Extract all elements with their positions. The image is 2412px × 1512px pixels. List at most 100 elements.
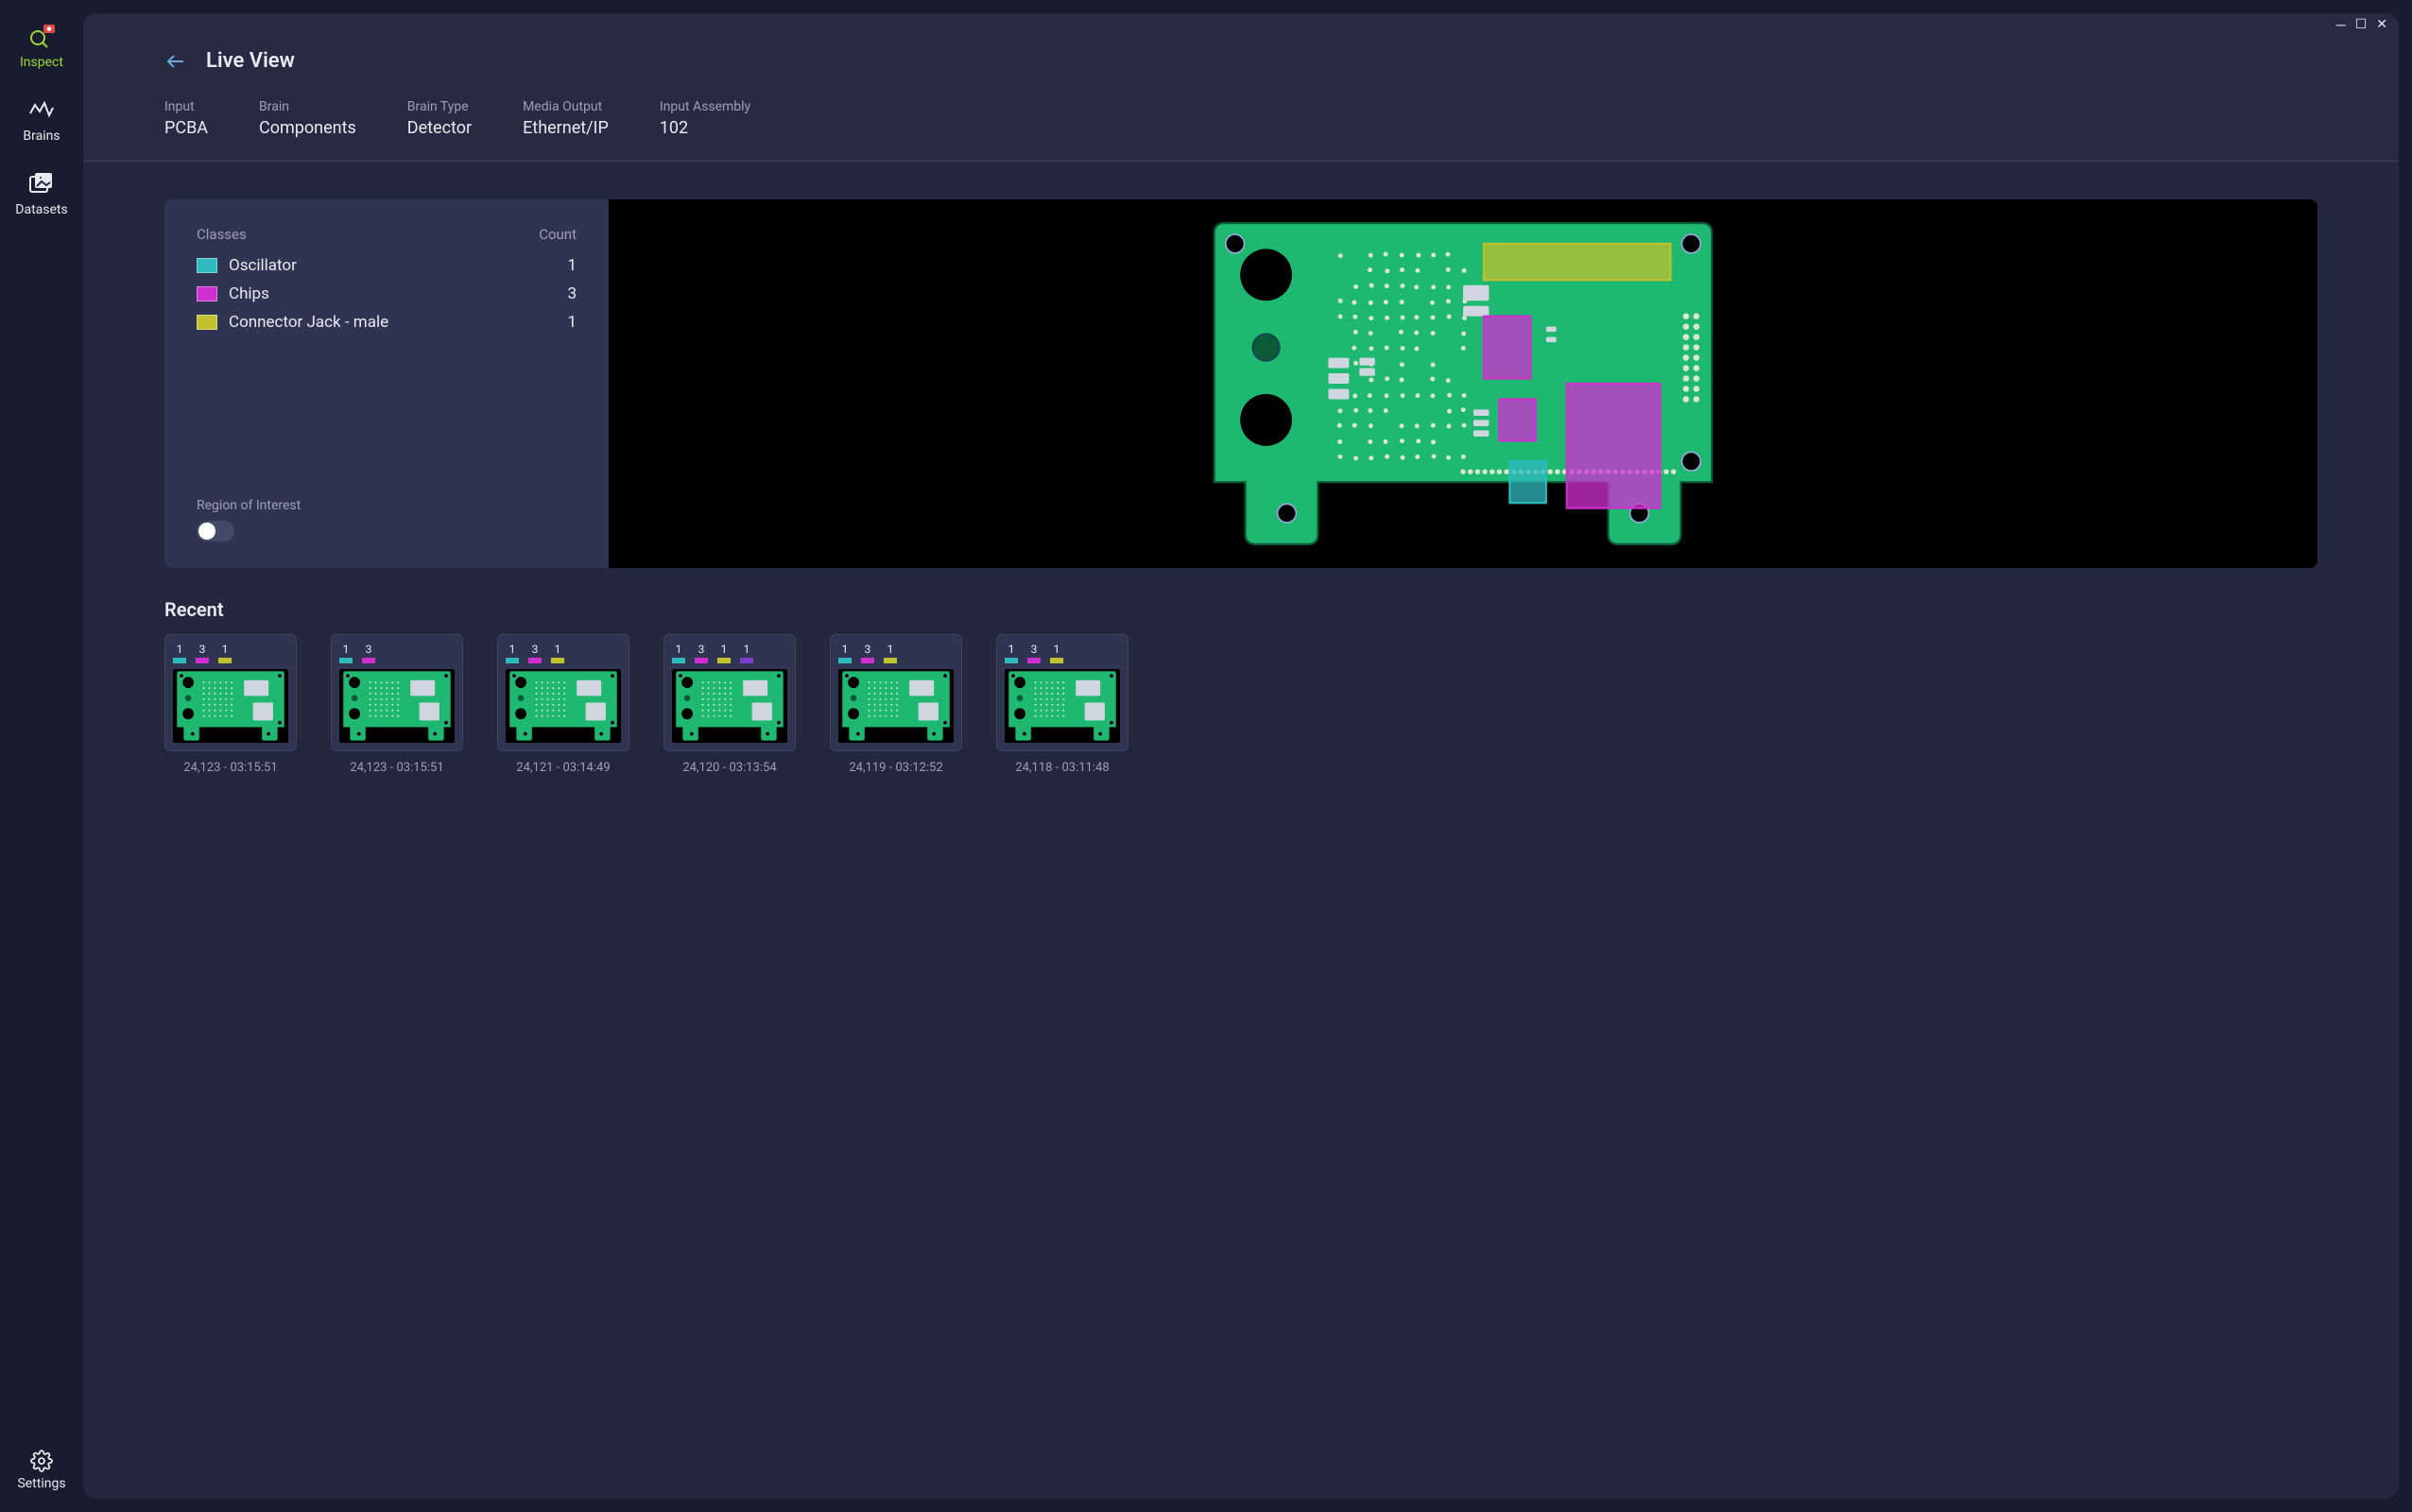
recent-caption: 24,120 - 03:13:54 (663, 761, 796, 775)
recent-thumbnail (173, 669, 288, 743)
badge-count: 1 (744, 643, 750, 656)
recent-caption: 24,118 - 03:11:48 (996, 761, 1128, 775)
recent-frame: 1 3 1 (164, 634, 297, 751)
badge-swatch (218, 658, 232, 663)
recent-card[interactable]: 1 3 1 24,118 - 03:11:48 (996, 634, 1128, 775)
meta-block-brain: Brain Components (259, 99, 356, 138)
detection-badge: 3 (528, 643, 542, 663)
detection-badge: 1 (740, 643, 753, 663)
badge-row: 1 3 (339, 643, 455, 663)
recent-caption: 24,123 - 03:15:51 (331, 761, 463, 775)
roi-toggle[interactable] (197, 521, 234, 541)
window-minimize-icon[interactable]: ─ (2336, 17, 2346, 33)
legend-item: Chips 3 (197, 284, 577, 303)
badge-swatch (528, 658, 542, 663)
badge-count: 1 (1008, 643, 1015, 656)
badge-count: 3 (1031, 643, 1038, 656)
sidebar-item-label: Brains (23, 129, 60, 144)
meta-value: Ethernet/IP (523, 118, 609, 138)
badge-count: 1 (721, 643, 728, 656)
badge-swatch (1027, 658, 1041, 663)
main-panel: ─ ☐ ✕ Live View Input PCBABrain Componen… (83, 13, 2399, 1499)
recent-frame: 1 3 1 (996, 634, 1128, 751)
color-swatch (197, 258, 217, 273)
datasets-icon (26, 168, 57, 198)
header: Live View Input PCBABrain ComponentsBrai… (83, 13, 2399, 162)
sidebar: Inspect Brains Datasets Settings (0, 0, 83, 1512)
window-maximize-icon[interactable]: ☐ (2355, 17, 2368, 33)
legend-class-count: 3 (567, 284, 577, 303)
legend-class-name: Chips (229, 284, 567, 303)
meta-value: Detector (407, 118, 472, 138)
sidebar-item-brains[interactable]: Brains (15, 94, 67, 144)
badge-count: 3 (698, 643, 705, 656)
recent-title: Recent (164, 598, 2317, 621)
arrow-left-icon (164, 50, 187, 73)
detection-badge: 3 (362, 643, 375, 663)
body: Classes Count Oscillator 1 Chips 3 Conne… (83, 162, 2399, 1499)
recent-thumbnail (1005, 669, 1120, 743)
roi-label: Region of Interest (197, 498, 577, 513)
meta-label: Input Assembly (660, 99, 750, 114)
detection-badge: 1 (173, 643, 186, 663)
badge-row: 1 3 1 (1005, 643, 1120, 663)
recent-frame: 1 3 1 (497, 634, 629, 751)
meta-block-media-output: Media Output Ethernet/IP (523, 99, 609, 138)
recent-card[interactable]: 1 3 1 24,121 - 03:14:49 (497, 634, 629, 775)
meta-block-input-assembly: Input Assembly 102 (660, 99, 750, 138)
detection-badge: 1 (884, 643, 897, 663)
legend-panel: Classes Count Oscillator 1 Chips 3 Conne… (164, 199, 609, 568)
badge-count: 1 (222, 643, 229, 656)
meta-label: Media Output (523, 99, 609, 114)
detection-badge: 1 (717, 643, 731, 663)
badge-count: 3 (366, 643, 372, 656)
recent-card[interactable]: 1 3 24,123 - 03:15:51 (331, 634, 463, 775)
legend-class-name: Connector Jack - male (229, 313, 567, 332)
meta-value: 102 (660, 118, 750, 138)
meta-block-input: Input PCBA (164, 99, 208, 138)
badge-row: 1 3 1 (173, 643, 288, 663)
detection-badge: 3 (1027, 643, 1041, 663)
color-swatch (197, 315, 217, 330)
badge-swatch (551, 658, 564, 663)
badge-swatch (506, 658, 519, 663)
recent-thumbnail (838, 669, 954, 743)
badge-swatch (740, 658, 753, 663)
recent-card[interactable]: 1 3 1 24,119 - 03:12:52 (830, 634, 962, 775)
meta-block-brain-type: Brain Type Detector (407, 99, 472, 138)
sidebar-item-datasets[interactable]: Datasets (15, 168, 67, 217)
badge-count: 1 (555, 643, 561, 656)
badge-count: 3 (199, 643, 206, 656)
brains-icon (26, 94, 57, 125)
legend-item: Connector Jack - male 1 (197, 313, 577, 332)
detection-badge: 1 (339, 643, 353, 663)
meta-label: Input (164, 99, 208, 114)
sidebar-item-settings[interactable]: Settings (17, 1450, 65, 1491)
detection-badge: 1 (1005, 643, 1018, 663)
detection-badge: 3 (861, 643, 874, 663)
recent-card[interactable]: 1 3 1 1 24,120 - 03:13:54 (663, 634, 796, 775)
detection-badge: 1 (506, 643, 519, 663)
badge-row: 1 3 1 (838, 643, 954, 663)
gear-icon (30, 1450, 53, 1476)
recent-thumbnail (506, 669, 621, 743)
recent-frame: 1 3 (331, 634, 463, 751)
sidebar-item-label: Inspect (20, 55, 63, 70)
recent-card[interactable]: 1 3 1 24,123 - 03:15:51 (164, 634, 297, 775)
back-button[interactable] (164, 50, 187, 73)
badge-swatch (672, 658, 685, 663)
legend-class-name: Oscillator (229, 256, 567, 275)
sidebar-item-inspect[interactable]: Inspect (15, 21, 67, 70)
window-close-icon[interactable]: ✕ (2376, 17, 2387, 33)
meta-value: PCBA (164, 118, 208, 138)
badge-swatch (339, 658, 353, 663)
meta-label: Brain (259, 99, 356, 114)
live-viewer (609, 199, 2317, 568)
inspect-icon (26, 21, 57, 51)
badge-swatch (717, 658, 731, 663)
detection-badge: 3 (695, 643, 708, 663)
badge-count: 1 (676, 643, 682, 656)
badge-count: 3 (865, 643, 871, 656)
legend-header-classes: Classes (197, 226, 247, 243)
detection-badge: 1 (551, 643, 564, 663)
